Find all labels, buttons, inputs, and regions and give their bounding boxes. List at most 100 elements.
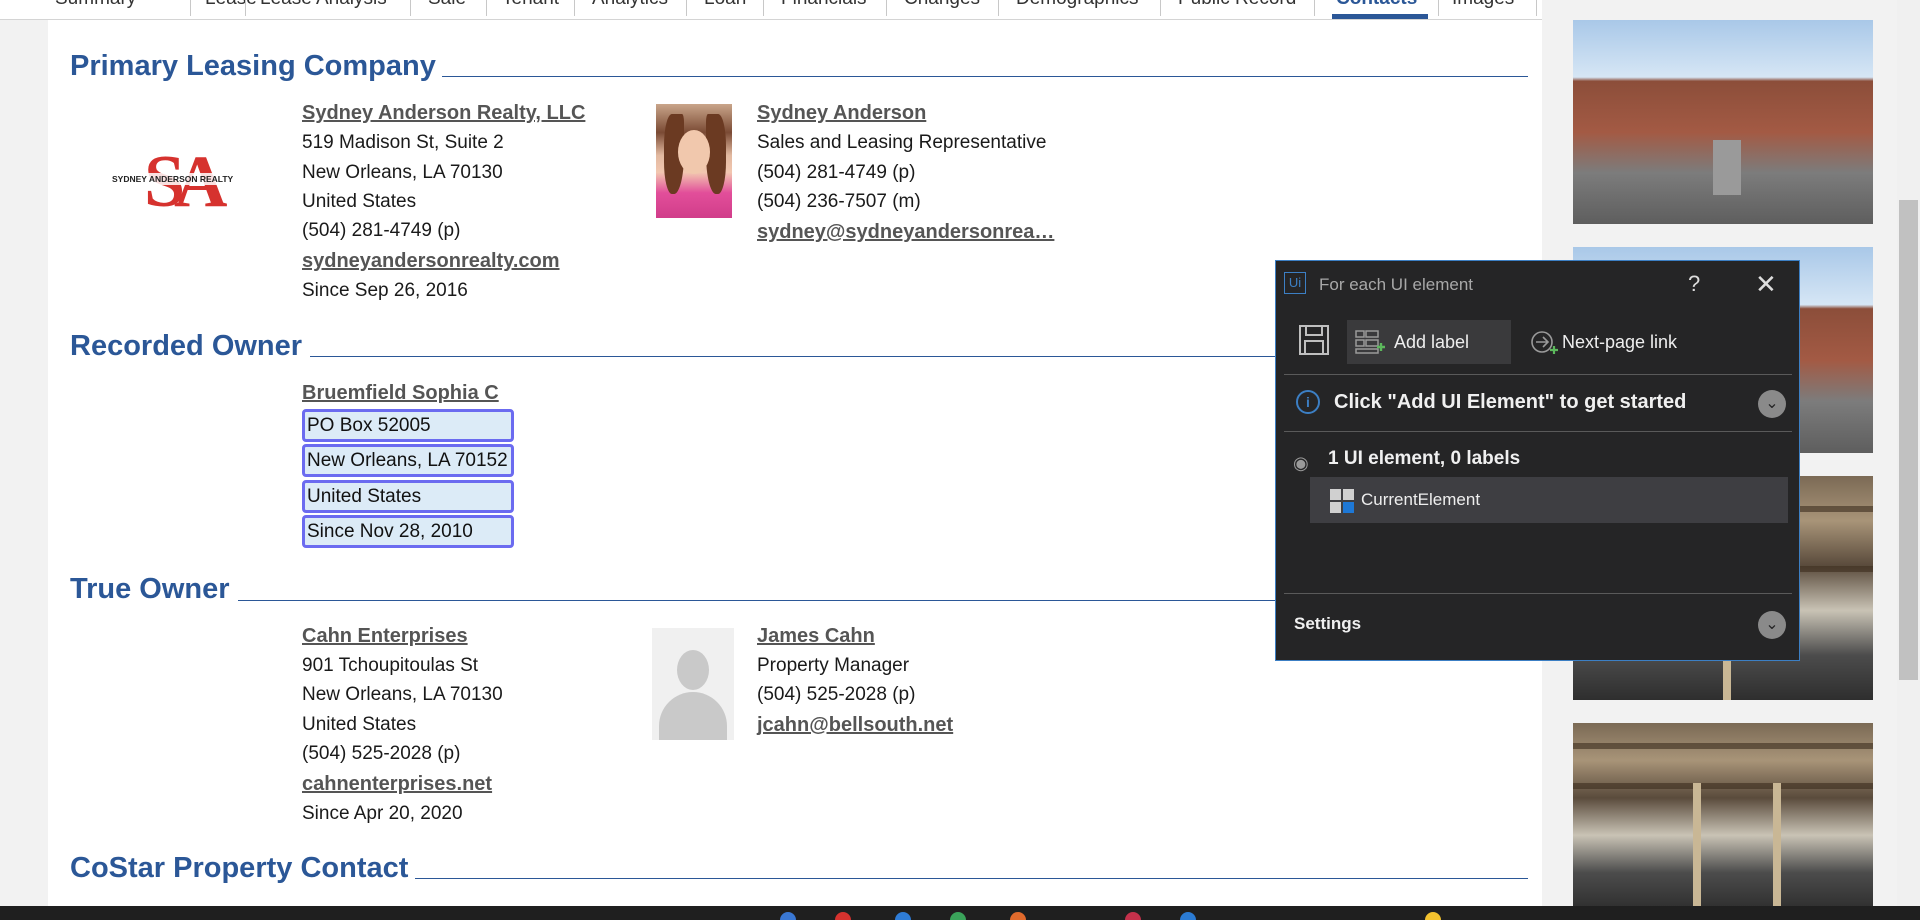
leasing-contact-email-link[interactable]: sydney@sydneyandersonrea… [757,221,1054,243]
property-photo-thumbnail[interactable] [1573,723,1873,910]
settings-label[interactable]: Settings [1294,614,1361,634]
tab-separator [1536,0,1537,16]
leasing-contact-phone: (504) 281-4749 (p) [757,162,916,183]
leasing-address-line1: 519 Madison St, Suite 2 [302,132,504,153]
tab-separator [574,0,575,16]
chevron-down-icon[interactable]: ⌄ [1758,611,1786,639]
tab-separator [1438,0,1439,16]
true-owner-company-link[interactable]: Cahn Enterprises [302,625,468,647]
panel-divider [1284,431,1792,432]
true-owner-contact-email-link[interactable]: jcahn@bellsouth.net [757,714,953,736]
leasing-contact-mobile: (504) 236-7507 (m) [757,191,921,212]
photo-detail [1693,783,1701,910]
add-label-button[interactable]: Add label [1347,320,1511,364]
page-scrollbar-thumb[interactable] [1899,200,1918,680]
ui-element-icon [1330,489,1354,513]
tab-separator [1160,0,1161,16]
tab-separator [1314,0,1315,16]
true-owner-contact-title: Property Manager [757,655,910,676]
recorded-owner-address2-highlighted[interactable]: New Orleans, LA 70152 [302,444,514,477]
tab-separator [410,0,411,16]
property-tab-bar: Summary Lease Lease Analysis Sale Tenant… [0,0,1542,20]
chevron-down-icon[interactable]: ⌄ [1758,390,1786,418]
leasing-address-line2: New Orleans, LA 70130 [302,162,503,183]
tab-loan[interactable]: Loan [704,0,746,10]
avatar-body [659,692,727,740]
active-tab-indicator [1332,14,1428,19]
section-divider [442,76,1528,77]
leasing-company-logo: S A SYDNEY ANDERSON REALTY [108,138,253,223]
property-photo-thumbnail[interactable] [1573,20,1873,224]
true-owner-contact-phone: (504) 525-2028 (p) [757,684,916,705]
tab-tenant[interactable]: Tenant [502,0,559,10]
section-title-costar-contact: CoStar Property Contact [70,852,409,884]
element-count-label: 1 UI element, 0 labels [1328,448,1521,469]
save-icon[interactable] [1298,324,1330,356]
tab-separator [763,0,764,16]
recorded-owner-country-highlighted[interactable]: United States [302,480,514,513]
tab-separator [486,0,487,16]
true-owner-phone: (504) 525-2028 (p) [302,743,461,764]
photo-detail [1773,783,1781,910]
tab-separator [686,0,687,16]
panel-divider [1284,374,1792,375]
current-element-label: CurrentElement [1361,490,1481,509]
for-each-ui-element-panel: Ui For each UI element ? ✕ Add label Nex… [1275,260,1800,661]
close-icon[interactable]: ✕ [1755,269,1777,300]
section-title-primary-leasing: Primary Leasing Company [70,50,436,82]
leasing-company-name-link[interactable]: Sydney Anderson Realty, LLC [302,102,585,124]
panel-title: For each UI element [1319,275,1474,294]
help-icon[interactable]: ? [1688,271,1700,297]
tab-separator [886,0,887,16]
photo-detail [1573,783,1873,789]
recorded-owner-since-highlighted[interactable]: Since Nov 28, 2010 [302,515,514,548]
next-page-link-text: Next-page link [1562,332,1678,352]
next-page-link-button[interactable]: Next-page link [1526,320,1686,364]
section-divider [415,878,1528,879]
tab-analytics[interactable]: Analytics [592,0,668,10]
add-label-text: Add label [1394,332,1470,352]
leasing-country: United States [302,191,417,212]
tab-changes[interactable]: Changes [904,0,980,10]
tab-contacts[interactable]: Contacts [1336,0,1417,10]
contact-photo-sydney [656,104,732,218]
leasing-contact-name-link[interactable]: Sydney Anderson [757,102,926,124]
section-title-recorded-owner: Recorded Owner [70,330,303,362]
tab-images[interactable]: Images [1452,0,1514,10]
tab-separator [245,0,246,16]
current-element-item[interactable]: CurrentElement [1310,477,1788,523]
tab-separator [190,0,191,16]
photo-detail [1573,743,1873,749]
contact-photo-placeholder [652,628,734,740]
tab-public-record[interactable]: Public Record [1178,0,1296,10]
recorded-owner-address1-highlighted[interactable]: PO Box 52005 [302,409,514,442]
leasing-phone: (504) 281-4749 (p) [302,220,461,241]
add-label-icon [1355,330,1385,354]
recorded-owner-name-link[interactable]: Bruemfield Sophia C [302,382,499,404]
section-divider [310,356,1275,357]
true-owner-contact-name-link[interactable]: James Cahn [757,625,875,647]
true-owner-address-line1: 901 Tchoupitoulas St [302,655,479,676]
photo-detail [1713,140,1741,195]
next-page-link-icon [1531,331,1558,354]
tab-lease[interactable]: Lease [205,0,257,10]
get-started-message: Click "Add UI Element" to get started [1334,391,1687,413]
tab-summary[interactable]: Summary [55,0,136,10]
tab-separator [998,0,999,16]
true-owner-since-date: Since Apr 20, 2020 [302,803,463,824]
section-title-true-owner: True Owner [70,573,230,605]
tab-lease-analysis[interactable]: Lease Analysis [260,0,387,10]
info-icon: i [1296,390,1320,414]
leasing-contact-title: Sales and Leasing Representative [757,132,1047,153]
tab-demographics[interactable]: Demographics [1016,0,1139,10]
true-owner-website-link[interactable]: cahnenterprises.net [302,773,492,795]
section-divider [238,600,1275,601]
tab-financials[interactable]: Financials [781,0,867,10]
svg-text:SYDNEY ANDERSON REALTY: SYDNEY ANDERSON REALTY [112,174,234,184]
leasing-website-link[interactable]: sydneyandersonrealty.com [302,250,560,272]
leasing-since-date: Since Sep 26, 2016 [302,280,468,301]
eye-icon[interactable]: ◉ [1293,453,1309,474]
uipath-logo-icon: Ui [1284,272,1306,294]
panel-divider [1284,593,1792,594]
tab-sale[interactable]: Sale [428,0,466,10]
